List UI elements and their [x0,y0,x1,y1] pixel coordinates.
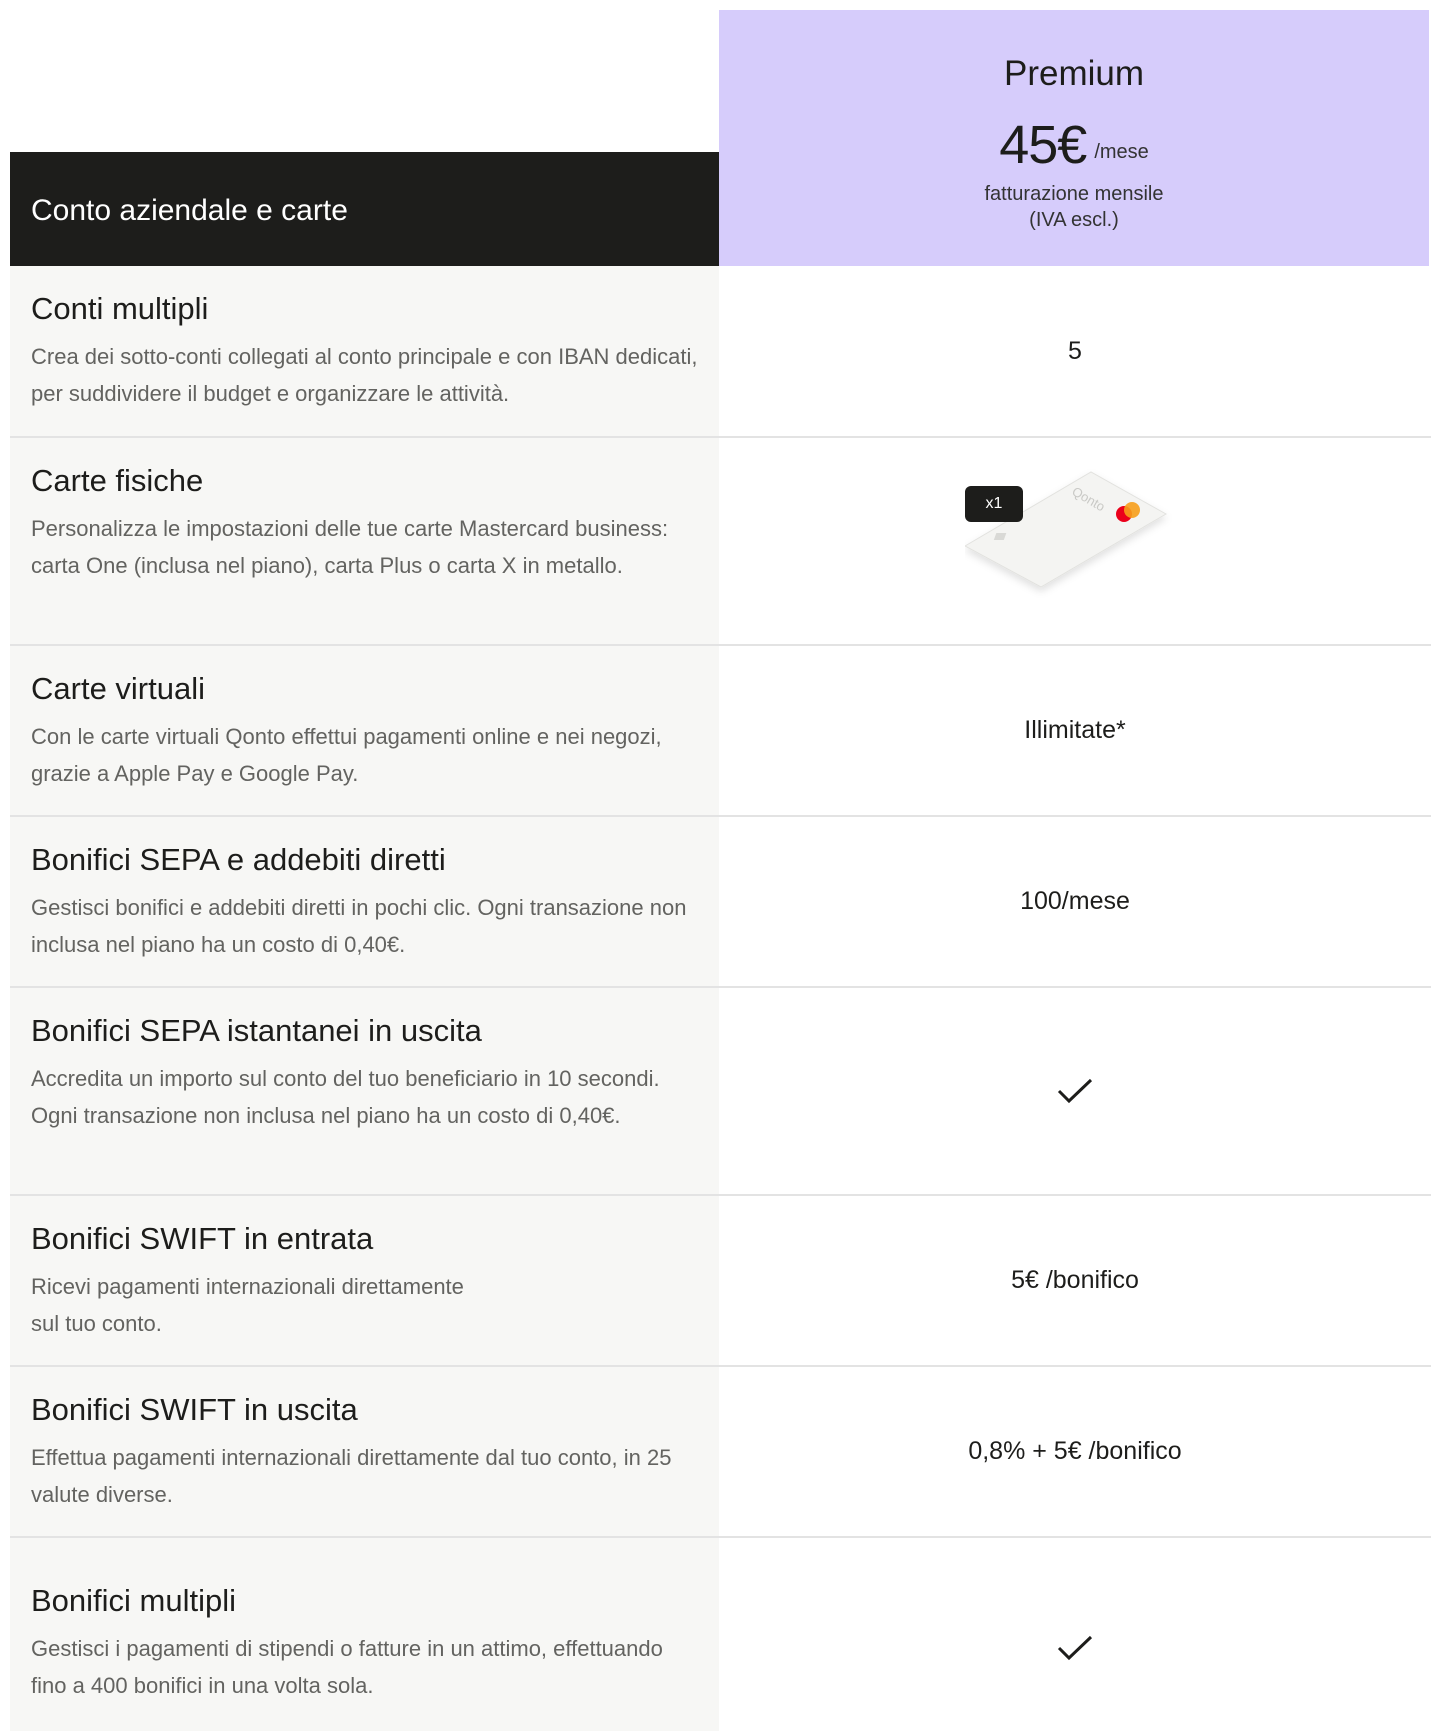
feature-description: Personalizza le impostazioni delle tue c… [31,516,669,578]
feature-title: Bonifici SWIFT in entrata [31,1221,374,1256]
feature-title: Bonifici SWIFT in uscita [31,1392,358,1427]
feature-description: Gestisci bonifici e addebiti diretti in … [31,895,687,957]
feature-table: Conti multipli Crea dei sotto-conti coll… [10,266,1431,1731]
feature-cell: Carte fisiche Personalizza le impostazio… [10,438,719,644]
plan-value [719,988,1431,1194]
feature-title: Conti multipli [31,291,209,326]
feature-title: Carte fisiche [31,463,204,498]
plan-value: 0,8% + 5€ /bonifico [968,1437,1182,1465]
plan-card-premium: Premium 45€ /mese fatturazione mensile (… [719,10,1429,266]
plan-value: Illimitate* [1024,716,1126,744]
feature-cell: Bonifici multipli Gestisci i pagamenti d… [10,1538,719,1731]
plan-value: 5€ /bonifico [1011,1266,1139,1294]
plan-price: 45€ [999,115,1087,175]
table-row: Carte virtuali Con le carte virtuali Qon… [10,646,1431,817]
feature-description: Effettua pagamenti internazionali dirett… [31,1445,672,1507]
plan-billing: fatturazione mensile (IVA escl.) [719,181,1429,233]
feature-cell: Bonifici SEPA istantanei in uscita Accre… [10,988,719,1194]
feature-title: Bonifici SEPA e addebiti diretti [31,842,446,877]
table-row: Bonifici SEPA e addebiti diretti Gestisc… [10,817,1431,988]
card-quantity-badge: x1 [965,486,1023,522]
plan-price-row: 45€ /mese [719,114,1429,176]
feature-title: Carte virtuali [31,671,205,706]
plan-name: Premium [1003,54,1145,93]
feature-cell: Bonifici SEPA e addebiti diretti Gestisc… [10,817,719,986]
plan-value [719,1538,1431,1731]
table-row: Conti multipli Crea dei sotto-conti coll… [10,266,1431,438]
feature-title: Bonifici multipli [31,1583,237,1618]
pricing-comparison-page: Premium 45€ /mese fatturazione mensile (… [0,0,1440,1731]
feature-description: Accredita un importo sul conto del tuo b… [31,1066,660,1128]
checkmark-icon [1057,1077,1093,1105]
feature-description: Crea dei sotto-conti collegati al conto … [31,344,698,406]
section-header: Conto aziendale e carte [10,152,719,266]
feature-description: Con le carte virtuali Qonto effettui pag… [31,724,662,786]
table-row: Bonifici SWIFT in entrata Ricevi pagamen… [10,1196,1431,1367]
feature-title: Bonifici SEPA istantanei in uscita [31,1013,482,1048]
feature-cell: Bonifici SWIFT in uscita Effettua pagame… [10,1367,719,1536]
feature-cell: Bonifici SWIFT in entrata Ricevi pagamen… [10,1196,719,1365]
plan-period: /mese [1094,141,1149,163]
card-illustration: x1 Qonto [965,468,1185,608]
table-row: Bonifici multipli Gestisci i pagamenti d… [10,1538,1431,1731]
plan-value: 5 [1068,336,1082,365]
plan-tax-note: (IVA escl.) [1029,209,1119,231]
section-title: Conto aziendale e carte [31,194,348,227]
table-row: Carte fisiche Personalizza le impostazio… [10,438,1431,646]
table-row: Bonifici SWIFT in uscita Effettua pagame… [10,1367,1431,1538]
feature-description: Ricevi pagamenti internazionali direttam… [31,1268,698,1342]
feature-description-line: sul tuo conto. [31,1311,162,1336]
plan-value: x1 Qonto [719,438,1431,644]
feature-description: Gestisci i pagamenti di stipendi o fattu… [31,1636,663,1698]
table-row: Bonifici SEPA istantanei in uscita Accre… [10,988,1431,1196]
feature-cell: Conti multipli Crea dei sotto-conti coll… [10,266,719,436]
feature-description-line: Ricevi pagamenti internazionali direttam… [31,1274,464,1299]
feature-cell: Carte virtuali Con le carte virtuali Qon… [10,646,719,815]
plan-billing-frequency: fatturazione mensile [984,183,1164,205]
plan-value: 100/mese [1020,887,1130,915]
checkmark-icon [1057,1634,1093,1662]
